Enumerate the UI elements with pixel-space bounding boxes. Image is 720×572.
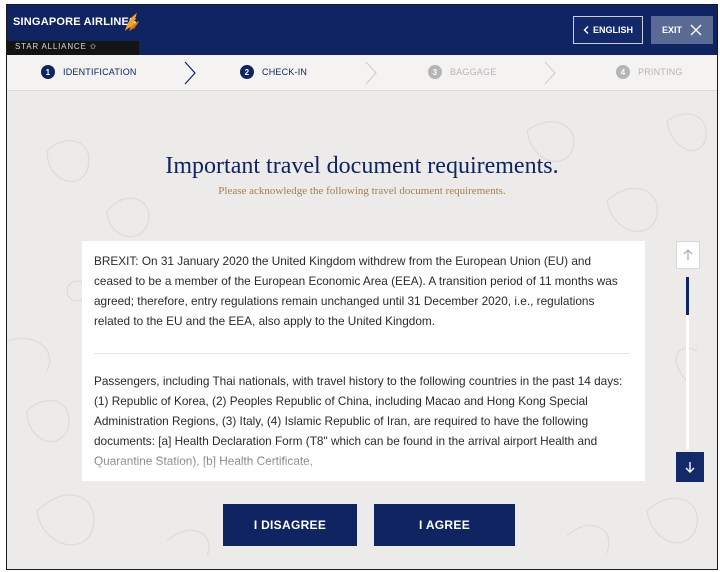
step-label: BAGGAGE (450, 67, 497, 77)
scrollbar-thumb[interactable] (686, 277, 689, 315)
agree-button[interactable]: I AGREE (374, 504, 515, 546)
top-bar: SINGAPORE AIRLINES STAR ALLIANCE ✩ ENGLI… (7, 5, 717, 55)
exit-label: EXIT (661, 25, 682, 35)
requirement-paragraph: BREXIT: On 31 January 2020 the United Ki… (94, 254, 618, 328)
step-number: 3 (428, 65, 442, 79)
page-title: Important travel document requirements. (165, 153, 559, 179)
step-chevron-icon (184, 61, 196, 85)
logo-text: SINGAPORE AIRLINES (13, 16, 137, 28)
requirements-text-box[interactable]: BREXIT: On 31 January 2020 the United Ki… (82, 241, 645, 481)
chevron-left-icon (583, 26, 589, 34)
step-check-in: 2 CHECK-IN (240, 65, 307, 79)
step-number: 4 (616, 65, 630, 79)
divider (94, 353, 630, 354)
step-baggage: 3 BAGGAGE (428, 65, 496, 79)
language-button[interactable]: ENGLISH (573, 16, 643, 44)
arrow-up-icon (683, 249, 693, 260)
progress-steps: 1 IDENTIFICATION 2 CHECK-IN 3 BAGGAGE 4 … (7, 55, 717, 91)
scroll-up-button[interactable] (676, 241, 700, 269)
bird-logo-icon (125, 13, 139, 31)
language-label: ENGLISH (592, 25, 633, 35)
page-subtitle: Please acknowledge the following travel … (218, 185, 506, 197)
exit-button[interactable]: EXIT (651, 16, 713, 44)
step-label: IDENTIFICATION (63, 67, 137, 77)
step-printing: 4 PRINTING (616, 65, 683, 79)
kiosk-screen: SINGAPORE AIRLINES STAR ALLIANCE ✩ ENGLI… (6, 4, 718, 570)
close-icon (690, 24, 702, 36)
scroll-down-button[interactable] (676, 452, 704, 482)
step-number: 2 (240, 65, 254, 79)
step-label: CHECK-IN (262, 67, 308, 77)
step-identification: 1 IDENTIFICATION (41, 65, 137, 79)
step-chevron-icon (365, 61, 377, 85)
arrow-down-icon (685, 462, 695, 473)
star-alliance-text: STAR ALLIANCE ✩ (15, 42, 98, 51)
disagree-button[interactable]: I DISAGREE (223, 504, 357, 546)
step-label: PRINTING (638, 67, 683, 77)
fade-overlay (82, 443, 645, 481)
step-chevron-icon (544, 61, 556, 85)
step-number: 1 (41, 65, 55, 79)
